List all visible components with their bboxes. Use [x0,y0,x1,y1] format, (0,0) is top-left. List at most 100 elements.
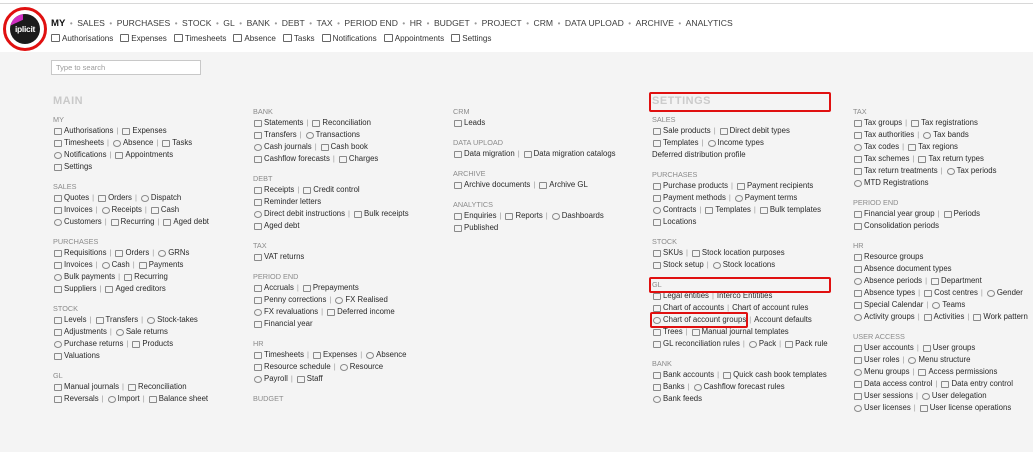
link-manual-journal-templates[interactable]: Manual journal templates [691,326,789,338]
link-tax-codes[interactable]: Tax codes [853,141,899,153]
link-transactions[interactable]: Transactions [305,129,360,141]
link-access-permissions[interactable]: Access permissions [917,366,997,378]
link-recurring[interactable]: Recurring [123,271,168,283]
link-data-migration[interactable]: Data migration [453,148,515,160]
link-accruals[interactable]: Accruals [253,282,294,294]
link-absence-document-types[interactable]: Absence document types [853,263,952,275]
link-purchase-products[interactable]: Purchase products [652,180,728,192]
nav-purchases[interactable]: PURCHASES [117,18,170,28]
link-dashboards[interactable]: Dashboards [551,210,604,222]
link-import[interactable]: Import [107,393,140,405]
link-tax-return-treatments[interactable]: Tax return treatments [853,165,938,177]
link-resource-schedule[interactable]: Resource schedule [253,361,331,373]
link-tax-periods[interactable]: Tax periods [946,165,997,177]
link-locations[interactable]: Locations [652,216,696,228]
link-bulk-payments[interactable]: Bulk payments [53,271,115,283]
link-tax-authorities[interactable]: Tax authorities [853,129,914,141]
subnav-tasks[interactable]: Tasks [282,34,315,43]
nav-gl[interactable]: GL [223,18,234,28]
nav-data-upload[interactable]: DATA UPLOAD [565,18,624,28]
link-gender[interactable]: Gender [986,287,1023,299]
link-charges[interactable]: Charges [338,153,378,165]
link-orders[interactable]: Orders [114,247,149,259]
link-user-licenses[interactable]: User licenses [853,402,911,414]
link-chart-of-account-groups[interactable]: Chart of account groups [652,314,746,326]
link-tax-regions[interactable]: Tax regions [907,141,958,153]
link-fx-revaluations[interactable]: FX revaluations [253,306,318,318]
nav-sales[interactable]: SALES [77,18,105,28]
link-user-license-operations[interactable]: User license operations [919,402,1011,414]
link-published[interactable]: Published [453,222,498,234]
link-penny-corrections[interactable]: Penny corrections [253,294,326,306]
link-payment-terms[interactable]: Payment terms [734,192,797,204]
link-trees[interactable]: Trees [652,326,683,338]
link-payment-methods[interactable]: Payment methods [652,192,726,204]
subnav-timesheets[interactable]: Timesheets [173,34,226,43]
link-reconciliation[interactable]: Reconciliation [311,117,371,129]
link-aged-debt[interactable]: Aged debt [253,220,300,232]
link-leads[interactable]: Leads [453,117,485,129]
link-transfers[interactable]: Transfers [253,129,297,141]
logo[interactable]: ai iplicit [10,14,40,44]
link-income-types[interactable]: Income types [707,137,764,149]
link-reminder-letters[interactable]: Reminder letters [253,196,321,208]
link-credit-control[interactable]: Credit control [302,184,360,196]
link-data-entry-control[interactable]: Data entry control [940,378,1013,390]
link-templates[interactable]: Templates [704,204,751,216]
link-user-accounts[interactable]: User accounts [853,342,914,354]
link-recurring[interactable]: Recurring [110,216,154,228]
link-authorisations[interactable]: Authorisations [53,125,113,137]
nav-archive[interactable]: ARCHIVE [636,18,674,28]
nav-stock[interactable]: STOCK [182,18,211,28]
link-tax-groups[interactable]: Tax groups [853,117,902,129]
link-valuations[interactable]: Valuations [53,350,100,362]
link-tax-bands[interactable]: Tax bands [922,129,969,141]
link-cash[interactable]: Cash [150,204,179,216]
link-sale-returns[interactable]: Sale returns [115,326,168,338]
link-account-defaults[interactable]: Account defaults [754,314,812,326]
nav-my[interactable]: MY [51,18,65,29]
link-deferred-income[interactable]: Deferred income [326,306,395,318]
link-activity-groups[interactable]: Activity groups [853,311,915,323]
link-manual-journals[interactable]: Manual journals [53,381,119,393]
link-menu-groups[interactable]: Menu groups [853,366,910,378]
link-cash-book[interactable]: Cash book [320,141,368,153]
link-prepayments[interactable]: Prepayments [302,282,359,294]
link-direct-debit-types[interactable]: Direct debit types [719,125,790,137]
link-skus[interactable]: SKUs [652,247,683,259]
link-financial-year[interactable]: Financial year [253,318,313,330]
link-deferred-distribution-profile[interactable]: Deferred distribution profile [652,149,746,161]
link-tasks[interactable]: Tasks [161,137,192,149]
link-banks[interactable]: Banks [652,381,685,393]
link-bank-accounts[interactable]: Bank accounts [652,369,714,381]
link-enquiries[interactable]: Enquiries [453,210,497,222]
subnav-authorisations[interactable]: Authorisations [51,34,113,43]
link-cash[interactable]: Cash [101,259,130,271]
link-timesheets[interactable]: Timesheets [253,349,304,361]
link-special-calendar[interactable]: Special Calendar [853,299,923,311]
link-pack[interactable]: Pack [748,338,776,350]
link-balance-sheet[interactable]: Balance sheet [148,393,208,405]
link-resource-groups[interactable]: Resource groups [853,251,923,263]
link-department[interactable]: Department [930,275,982,287]
link-absence[interactable]: Absence [112,137,153,149]
subnav-expenses[interactable]: Expenses [120,34,167,43]
link-payments[interactable]: Payments [138,259,183,271]
link-stock-locations[interactable]: Stock locations [712,259,775,271]
link-consolidation-periods[interactable]: Consolidation periods [853,220,939,232]
link-periods[interactable]: Periods [943,208,980,220]
nav-period-end[interactable]: PERIOD END [344,18,397,28]
link-work-pattern[interactable]: Work pattern [972,311,1028,323]
link-sale-products[interactable]: Sale products [652,125,711,137]
link-cash-journals[interactable]: Cash journals [253,141,312,153]
link-bulk-templates[interactable]: Bulk templates [759,204,821,216]
link-absence[interactable]: Absence [365,349,407,361]
nav-bank[interactable]: BANK [247,18,270,28]
link-financial-year-group[interactable]: Financial year group [853,208,935,220]
link-receipts[interactable]: Receipts [253,184,294,196]
link-grns[interactable]: GRNs [157,247,189,259]
link-suppliers[interactable]: Suppliers [53,283,97,295]
link-templates[interactable]: Templates [652,137,699,149]
link-expenses[interactable]: Expenses [312,349,357,361]
link-direct-debit-instructions[interactable]: Direct debit instructions [253,208,345,220]
